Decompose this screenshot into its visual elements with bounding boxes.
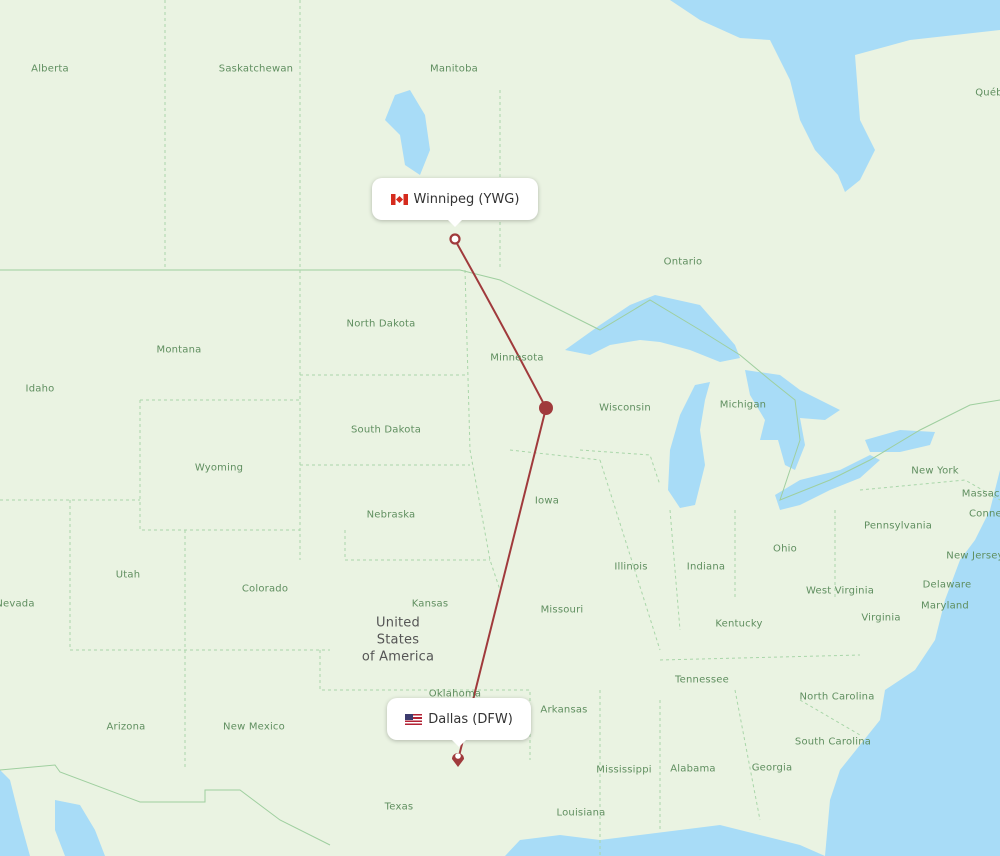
destination-popup[interactable]: Dallas (DFW): [387, 698, 531, 747]
region-label: Missouri: [540, 604, 584, 616]
region-label: South Dakota: [350, 424, 422, 436]
region-label: Québec: [975, 87, 1000, 99]
region-label: Massachusetts: [961, 488, 1000, 500]
destination-label: Dallas (DFW): [428, 711, 513, 727]
region-label: West Virginia: [805, 585, 875, 597]
region-label: Colorado: [241, 583, 289, 595]
region-label: Michigan: [719, 399, 767, 411]
region-label: Louisiana: [556, 807, 606, 819]
usa-flag-icon: [405, 713, 423, 725]
region-label: Arkansas: [540, 704, 588, 716]
route-map[interactable]: Alberta Saskatchewan Manitoba Ontario Québec…: [0, 0, 1000, 856]
region-label: Maryland: [921, 600, 969, 612]
region-label: New York: [911, 465, 959, 477]
region-label: Wisconsin: [599, 402, 651, 414]
region-label: Idaho: [25, 383, 55, 395]
region-label: Illinois: [614, 561, 648, 573]
region-label: Connecticut: [968, 508, 1000, 520]
region-label: New Jersey: [946, 550, 1000, 562]
region-label: Nevada: [0, 598, 35, 610]
region-label: Minnesota: [490, 352, 544, 364]
origin-popup[interactable]: Winnipeg (YWG): [372, 178, 538, 227]
region-label: Pennsylvania: [863, 520, 933, 532]
region-label: Utah: [115, 569, 141, 581]
region-label: Arizona: [106, 721, 146, 733]
route-midpoint-marker[interactable]: [539, 401, 553, 415]
country-label-usa: United States of America: [361, 615, 435, 665]
region-label: Manitoba: [430, 63, 478, 75]
region-label: North Carolina: [799, 691, 875, 703]
region-label: Alabama: [670, 763, 716, 775]
region-label: Delaware: [922, 579, 972, 591]
region-label: Texas: [384, 801, 414, 813]
region-label: Georgia: [751, 762, 793, 774]
region-label: Alberta: [31, 63, 69, 75]
canada-flag-icon: [390, 193, 408, 205]
region-label: Indiana: [686, 561, 726, 573]
region-label: Iowa: [534, 495, 560, 507]
region-label: Wyoming: [194, 462, 244, 474]
region-label: Tennessee: [675, 674, 729, 686]
region-label: South Carolina: [794, 736, 872, 748]
region-label: Saskatchewan: [218, 63, 294, 75]
region-label: Kentucky: [715, 618, 763, 630]
region-label: Kansas: [411, 598, 449, 610]
origin-pin-icon[interactable]: [449, 233, 461, 245]
region-label: North Dakota: [346, 318, 416, 330]
origin-label: Winnipeg (YWG): [413, 191, 520, 207]
region-label: Montana: [156, 344, 202, 356]
region-label: New Mexico: [223, 721, 285, 733]
region-label: Mississippi: [596, 764, 652, 776]
region-label: Ontario: [663, 256, 703, 268]
region-label: Nebraska: [366, 509, 416, 521]
region-label: Virginia: [861, 612, 901, 624]
region-label: Ohio: [773, 543, 797, 555]
